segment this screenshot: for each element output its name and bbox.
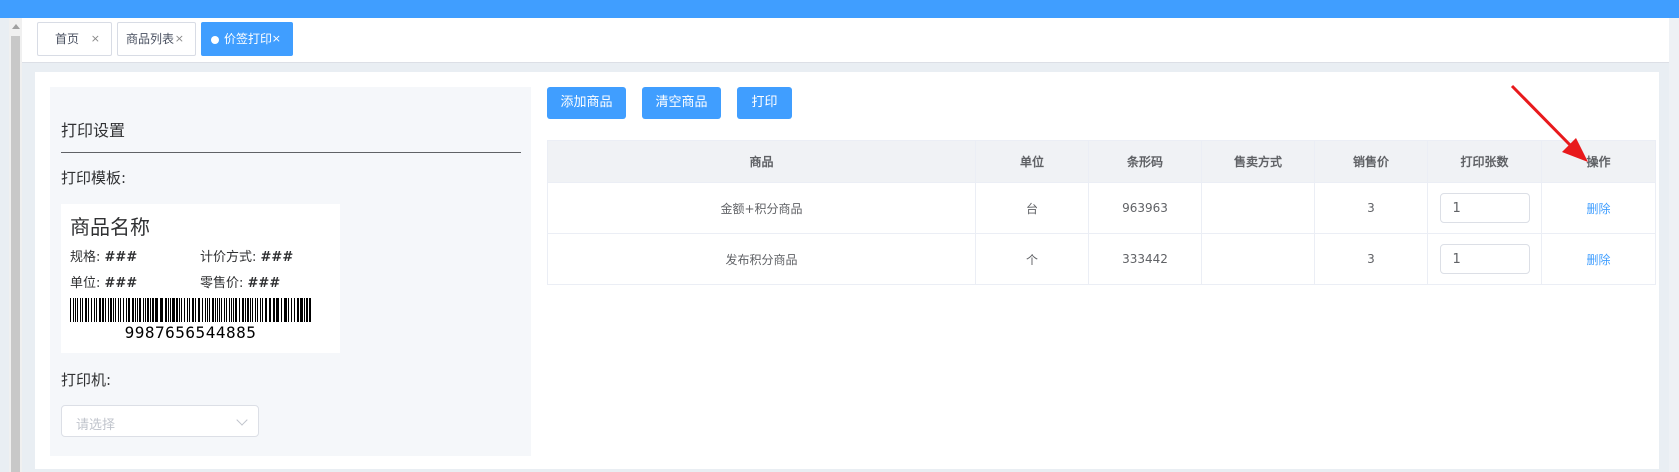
column-header: 售卖方式 <box>1201 140 1315 183</box>
spec-label: 规格: <box>70 250 101 265</box>
unit-cell: 台 <box>975 182 1089 234</box>
product-cell: 金额+积分商品 <box>547 182 976 234</box>
preview-retail-price: 零售价: ### <box>200 272 280 291</box>
sale-mode-cell <box>1201 182 1315 234</box>
chevron-down-icon <box>236 414 248 426</box>
right-edge <box>1669 18 1679 472</box>
copies-cell <box>1427 233 1542 285</box>
price-cell: 3 <box>1314 233 1428 285</box>
barcode-image <box>70 298 311 322</box>
barcode-number: 9987656544885 <box>124 323 257 342</box>
tab-price-tag-print[interactable]: 价签打印 × <box>201 22 293 56</box>
printer-select[interactable]: 请选择 <box>61 405 259 437</box>
preview-product-name: 商品名称 <box>70 215 150 239</box>
tab-label: 商品列表 <box>126 32 175 46</box>
unit-label: 单位: <box>70 276 101 291</box>
tab-home[interactable]: 首页 × <box>37 22 112 56</box>
action-cell: 删除 <box>1541 182 1656 234</box>
add-product-button[interactable]: 添加商品 <box>547 87 626 119</box>
pricing-value: ### <box>260 250 294 265</box>
tab-close-icon[interactable]: × <box>91 23 100 55</box>
settings-title: 打印设置 <box>61 121 126 140</box>
action-cell: 删除 <box>1541 233 1656 285</box>
scroll-up-arrow-icon[interactable] <box>9 18 22 34</box>
tab-label: 首页 <box>55 32 80 46</box>
pricing-label: 计价方式: <box>200 250 257 265</box>
tab-close-icon[interactable]: × <box>175 23 184 55</box>
sale-mode-cell <box>1201 233 1315 285</box>
printer-select-placeholder: 请选择 <box>76 418 116 433</box>
column-header: 销售价 <box>1314 140 1428 183</box>
tab-close-icon[interactable]: × <box>272 23 281 55</box>
unit-value: ### <box>104 276 138 291</box>
table-row: 发布积分商品 个 333442 3 删除 <box>547 233 1656 285</box>
product-table: 商品 单位 条形码 售卖方式 销售价 打印张数 操作 金额+积分商品 台 963… <box>547 140 1656 285</box>
top-header-bar <box>0 0 1679 18</box>
active-dot-icon <box>211 36 219 44</box>
preview-spec: 规格: ### <box>70 246 137 265</box>
table-header-row: 商品 单位 条形码 售卖方式 销售价 打印张数 操作 <box>547 140 1656 183</box>
retail-label: 零售价: <box>200 276 244 291</box>
print-button[interactable]: 打印 <box>737 87 792 119</box>
delete-link[interactable]: 删除 <box>1586 253 1610 267</box>
template-label: 打印模板: <box>61 169 127 187</box>
retail-value: ### <box>247 276 281 291</box>
tab-product-list[interactable]: 商品列表 × <box>117 22 196 56</box>
clear-products-button[interactable]: 清空商品 <box>642 87 721 119</box>
preview-pricing: 计价方式: ### <box>200 246 293 265</box>
unit-cell: 个 <box>975 233 1089 285</box>
preview-unit: 单位: ### <box>70 272 137 291</box>
barcode-cell: 333442 <box>1088 233 1202 285</box>
price-cell: 3 <box>1314 182 1428 234</box>
column-header: 打印张数 <box>1427 140 1542 183</box>
column-header: 单位 <box>975 140 1089 183</box>
table-row: 金额+积分商品 台 963963 3 删除 <box>547 182 1656 234</box>
copies-cell <box>1427 182 1542 234</box>
scrollbar-thumb[interactable] <box>11 36 20 472</box>
tab-bar: 首页 × 商品列表 × 价签打印 × <box>22 18 1669 63</box>
tab-label: 价签打印 <box>224 32 273 46</box>
divider <box>61 152 521 153</box>
delete-link[interactable]: 删除 <box>1586 202 1610 216</box>
column-header: 操作 <box>1541 140 1656 183</box>
spec-value: ### <box>104 250 138 265</box>
copies-input[interactable] <box>1439 193 1530 223</box>
column-header: 条形码 <box>1088 140 1202 183</box>
product-cell: 发布积分商品 <box>547 233 976 285</box>
barcode-cell: 963963 <box>1088 182 1202 234</box>
column-header: 商品 <box>547 140 976 183</box>
printer-label: 打印机: <box>61 371 112 389</box>
copies-input[interactable] <box>1439 244 1530 274</box>
